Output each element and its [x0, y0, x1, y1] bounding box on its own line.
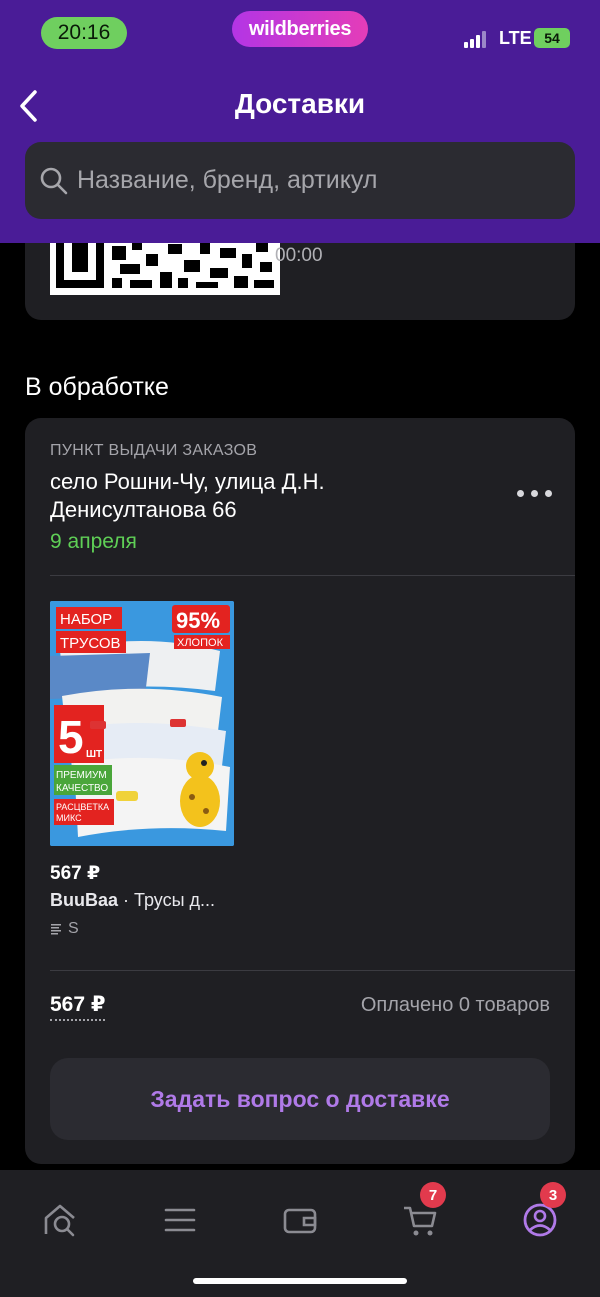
pickup-address: село Рошни-Чу, улица Д.Н. Денисултанова …	[50, 469, 325, 522]
bottom-nav: 7 3	[0, 1170, 600, 1297]
tab-wallet[interactable]	[270, 1190, 330, 1250]
search-icon	[40, 167, 68, 194]
order-card: ПУНКТ ВЫДАЧИ ЗАКАЗОВ село Рошни-Чу, улиц…	[25, 418, 575, 1164]
size-icon	[51, 924, 61, 935]
battery-icon: 54	[534, 28, 570, 48]
tab-cart[interactable]: 7	[390, 1182, 450, 1250]
qr-code	[50, 240, 280, 295]
ask-delivery-question-button[interactable]: Задать вопрос о доставке	[50, 1058, 550, 1140]
image-text-material: ХЛОПОК	[177, 637, 224, 649]
delivery-date: 9 апреля	[50, 530, 137, 553]
more-options-icon[interactable]	[517, 490, 553, 500]
image-text-premium1: ПРЕМИУМ	[56, 770, 107, 781]
tab-catalog[interactable]	[150, 1190, 210, 1250]
image-text-percent: 95%	[176, 608, 220, 633]
tab-profile[interactable]: 3	[510, 1182, 570, 1250]
image-text-line1: НАБОР	[60, 611, 112, 628]
product-image[interactable]: НАБОР ТРУСОВ 95% ХЛОПОК 5 ШТ ПРЕМИУМ КАЧ…	[50, 601, 234, 846]
page-title: Доставки	[234, 88, 366, 119]
home-search-icon	[44, 1204, 75, 1237]
total-price[interactable]: 567 ₽	[50, 992, 106, 1021]
section-title: В обработке	[25, 373, 169, 401]
cart-badge: 7	[420, 1182, 446, 1208]
product-name[interactable]: BuuBaa · Трусы д...	[50, 890, 215, 911]
menu-icon	[164, 1208, 196, 1232]
image-text-line2: ТРУСОВ	[60, 635, 121, 652]
size-value: S	[68, 920, 79, 937]
network-type: LTE	[499, 28, 532, 48]
product-price: 567 ₽	[50, 863, 101, 884]
paid-status: Оплачено 0 товаров	[360, 994, 550, 1016]
pickup-point-label: ПУНКТ ВЫДАЧИ ЗАКАЗОВ	[50, 442, 258, 459]
product-title: · Трусы д...	[118, 890, 216, 910]
signal-icon	[464, 30, 492, 48]
image-text-premium2: КАЧЕСТВО	[56, 783, 108, 794]
image-text-count-unit: ШТ	[86, 749, 102, 760]
divider	[50, 575, 575, 576]
image-text-count: 5	[58, 711, 84, 763]
wallet-icon	[283, 1208, 317, 1234]
product-image-art: НАБОР ТРУСОВ 95% ХЛОПОК 5 ШТ ПРЕМИУМ КАЧ…	[50, 601, 234, 846]
search-placeholder: Название, бренд, артикул	[77, 166, 378, 194]
tab-home[interactable]	[30, 1190, 90, 1250]
status-bar: 20:16 wildberries LTE 54	[0, 0, 600, 70]
app-header: 20:16 wildberries LTE 54 Доставки Назван…	[0, 0, 600, 243]
brand-logo: wildberries	[232, 11, 368, 47]
nav-row: Доставки	[0, 78, 600, 134]
qr-time: 00:00	[275, 245, 323, 266]
product-brand: BuuBaa	[50, 890, 119, 910]
profile-badge: 3	[540, 1182, 566, 1208]
search-input[interactable]: Название, бренд, артикул	[25, 142, 575, 219]
status-time: 20:16	[41, 17, 127, 49]
image-text-color1: РАСЦВЕТКА	[56, 802, 109, 812]
divider	[50, 970, 575, 971]
image-text-color2: МИКС	[56, 813, 82, 823]
product-size: S	[50, 920, 79, 938]
home-indicator	[193, 1278, 407, 1284]
battery-level: 54	[544, 30, 560, 46]
